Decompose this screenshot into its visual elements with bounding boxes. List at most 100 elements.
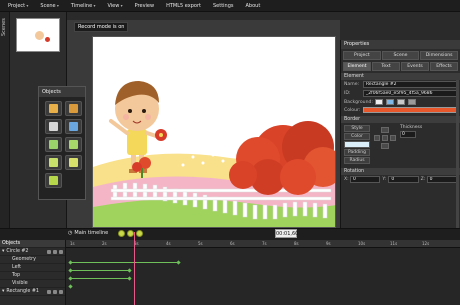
border-left-side[interactable]: [374, 135, 380, 141]
tab-project[interactable]: Project: [343, 51, 381, 60]
timeline-row-objects[interactable]: Objects: [0, 240, 65, 248]
ruler-mark: 7s: [262, 241, 267, 246]
note-object-button[interactable]: [45, 155, 62, 170]
tab-events[interactable]: Events: [401, 62, 429, 71]
ruler-mark: 1s: [70, 241, 75, 246]
tab-scene[interactable]: Scene: [381, 51, 420, 60]
timeline-row-rectangle-1[interactable]: ▾ Rectangle #1: [0, 288, 65, 296]
timeline-row-left[interactable]: Left: [0, 264, 65, 272]
scene-thumbnail[interactable]: [16, 18, 60, 52]
tab-element[interactable]: Element: [343, 62, 371, 71]
background-none-button[interactable]: [375, 99, 383, 105]
menu-scene[interactable]: Scene: [34, 3, 65, 9]
menu-view[interactable]: View: [101, 3, 128, 9]
menu-project[interactable]: Project: [2, 3, 34, 9]
id-input[interactable]: _2f06f5ae0_e5f95_4f5a_9686: [363, 90, 457, 97]
timeline-playhead[interactable]: [134, 232, 135, 305]
colour-picker[interactable]: [363, 107, 457, 113]
stage-canvas[interactable]: [92, 36, 336, 228]
border-sides-selector[interactable]: [374, 127, 396, 149]
menu-preview[interactable]: Preview: [129, 3, 160, 9]
visibility-icon[interactable]: [47, 289, 51, 294]
timeline-row-label: Visible: [12, 281, 28, 286]
rewind-button[interactable]: [118, 230, 125, 237]
background-image-button[interactable]: [397, 99, 405, 105]
tab-text[interactable]: Text: [372, 62, 400, 71]
timeline-tracks[interactable]: 1s 2s 3s 4s 5s 6s 7s 8s 9s 10s 11s 12s: [66, 240, 460, 305]
play-button[interactable]: [127, 230, 134, 237]
text-object-button[interactable]: [45, 119, 62, 134]
id-label: ID:: [344, 91, 351, 96]
rotation-x-input[interactable]: 0: [350, 176, 381, 183]
left-keyframe-start[interactable]: [68, 268, 73, 273]
widget-object-button[interactable]: [65, 155, 82, 170]
rotation-y-input[interactable]: 0: [388, 176, 419, 183]
border-center[interactable]: [382, 135, 388, 141]
timeline-row-top[interactable]: Top: [0, 272, 65, 280]
image-object-icon: [49, 104, 58, 113]
thickness-input[interactable]: 0: [400, 131, 416, 138]
menu-about[interactable]: About: [240, 3, 267, 9]
timeline-row-label: Left: [12, 265, 22, 270]
timeline-row-label: Rectangle #1: [6, 289, 39, 294]
record-button[interactable]: [136, 230, 143, 237]
left-keyframe-end[interactable]: [127, 268, 132, 273]
rotation-y-label: Y:: [382, 177, 387, 182]
shape-object-button[interactable]: [65, 101, 82, 116]
geometry-keyframe-start[interactable]: [68, 260, 73, 265]
time-readout[interactable]: 00:01,60: [275, 229, 298, 238]
menu-timeline[interactable]: Timeline: [65, 3, 102, 9]
link-icon[interactable]: [59, 249, 63, 254]
top-keyframe-end[interactable]: [127, 276, 132, 281]
expand-arrow-icon[interactable]: ▾: [2, 249, 4, 254]
row-controls: [47, 289, 65, 294]
image-object-button[interactable]: [45, 101, 62, 116]
shape-object-icon: [69, 104, 78, 113]
link-icon[interactable]: [59, 289, 63, 294]
colour-row: Colour:: [341, 106, 460, 114]
button-object-button[interactable]: [45, 173, 62, 188]
video-object-button[interactable]: [65, 137, 82, 152]
tab-dimensions[interactable]: Dimensions: [420, 51, 459, 60]
border-top-side[interactable]: [381, 127, 389, 133]
lock-icon[interactable]: [53, 289, 57, 294]
objects-palette-title: Objects: [39, 87, 85, 97]
menu-bar: ProjectSceneTimelineViewPreviewHTML5 exp…: [0, 0, 460, 12]
top-track[interactable]: [70, 278, 130, 279]
border-padding-button[interactable]: Padding: [344, 149, 370, 156]
tab-effects[interactable]: Effects: [430, 62, 458, 71]
ruler-mark: 4s: [166, 241, 171, 246]
timeline-ruler[interactable]: 1s 2s 3s 4s 5s 6s 7s 8s 9s 10s 11s 12s: [66, 240, 460, 248]
background-gradient-button[interactable]: [408, 99, 416, 105]
ruler-mark: 6s: [230, 241, 235, 246]
visible-keyframe[interactable]: [68, 284, 73, 289]
lock-icon[interactable]: [53, 249, 57, 254]
expand-arrow-icon[interactable]: ▾: [2, 289, 4, 294]
properties-scrollbar[interactable]: [456, 80, 459, 230]
timeline-row-label: Circle #2: [6, 249, 29, 254]
rotation-z-input[interactable]: 0: [426, 176, 457, 183]
top-keyframe-start[interactable]: [68, 276, 73, 281]
border-style-button[interactable]: Style: [344, 125, 370, 132]
document-object-button[interactable]: [45, 137, 62, 152]
objects-palette: Objects: [38, 86, 86, 200]
name-input[interactable]: Rectangle #2: [363, 81, 457, 88]
left-track[interactable]: [70, 270, 130, 271]
timeline-layers: Objects ▾ Circle #2 Geometry Left Top Visible ▾…: [0, 240, 66, 305]
timeline-row-geometry[interactable]: Geometry: [0, 256, 65, 264]
geometry-track[interactable]: [70, 262, 180, 263]
border-bottom-side[interactable]: [381, 143, 389, 149]
timeline-row-visible[interactable]: Visible: [0, 280, 65, 288]
geometry-keyframe-end[interactable]: [176, 260, 181, 265]
background-color-button[interactable]: [386, 99, 394, 105]
menu-settings[interactable]: Settings: [207, 3, 240, 9]
border-color-swatch[interactable]: [344, 141, 370, 148]
menu-html5-export[interactable]: HTML5 export: [160, 3, 207, 9]
main-timeline-title[interactable]: ◷ Main timeline: [68, 230, 108, 236]
border-color-button[interactable]: Color: [344, 133, 370, 140]
border-radius-button[interactable]: Radius: [344, 157, 370, 164]
timeline-row-circle-2[interactable]: ▾ Circle #2: [0, 248, 65, 256]
audio-object-button[interactable]: [65, 119, 82, 134]
visibility-icon[interactable]: [47, 249, 51, 254]
border-right-side[interactable]: [390, 135, 396, 141]
